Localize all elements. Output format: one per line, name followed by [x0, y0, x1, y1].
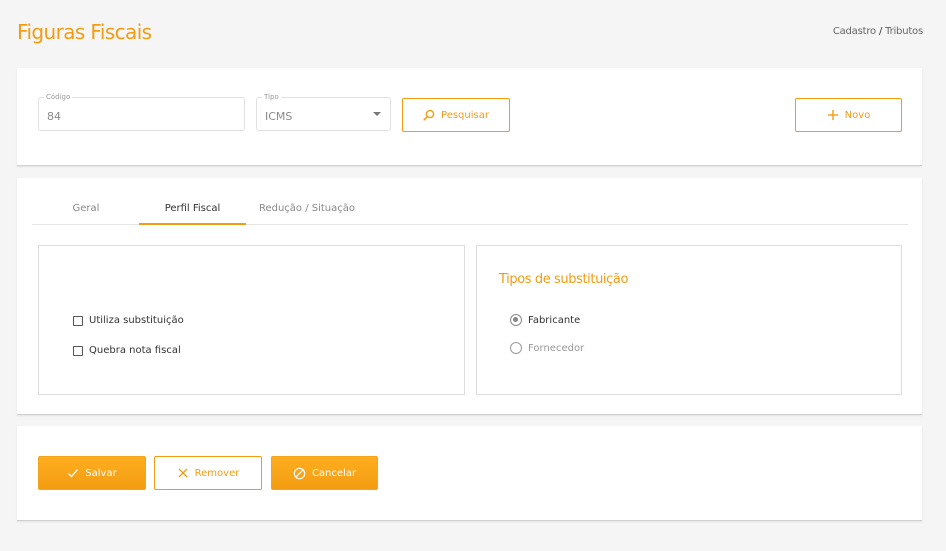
- save-button-label: Salvar: [85, 467, 117, 479]
- remove-button[interactable]: Remover: [154, 456, 262, 490]
- search-button-label: Pesquisar: [441, 109, 489, 121]
- profile-card: Geral Perfil Fiscal Redução / Situação U…: [17, 178, 922, 415]
- tab-perfil-fiscal[interactable]: Perfil Fiscal: [139, 196, 246, 225]
- new-button-label: Novo: [844, 109, 871, 121]
- save-button[interactable]: Salvar: [38, 456, 146, 490]
- break-invoice-checkbox[interactable]: Quebra nota fiscal: [73, 345, 181, 356]
- remove-button-label: Remover: [194, 467, 240, 479]
- breadcrumb-current: Tributos: [885, 26, 923, 37]
- breadcrumb: Cadastro / Tributos: [833, 26, 923, 37]
- chevron-down-icon[interactable]: [373, 112, 381, 116]
- type-select-label: Tipo: [262, 93, 281, 101]
- radio-button[interactable]: [510, 342, 522, 354]
- cancel-icon: [293, 467, 306, 479]
- new-button[interactable]: Novo: [795, 98, 902, 132]
- radio-fornecedor[interactable]: Fornecedor: [510, 342, 584, 354]
- break-invoice-label: Quebra nota fiscal: [89, 345, 181, 356]
- checkbox-box[interactable]: [73, 345, 83, 356]
- radio-fabricante[interactable]: Fabricante: [510, 314, 580, 326]
- check-icon: [68, 469, 79, 478]
- checkbox-box[interactable]: [73, 315, 83, 326]
- code-field-value[interactable]: 84: [47, 110, 61, 123]
- options-panel: Utiliza substituição Quebra nota fiscal: [38, 245, 465, 395]
- cancel-button-label: Cancelar: [311, 467, 357, 479]
- search-icon: [423, 109, 435, 121]
- uses-substitution-label: Utiliza substituição: [89, 315, 184, 326]
- plus-icon: [827, 110, 838, 120]
- close-icon: [178, 468, 188, 478]
- actions-card: Salvar Remover Cancelar: [17, 426, 922, 521]
- type-select[interactable]: Tipo ICMS: [256, 93, 391, 131]
- type-select-value[interactable]: ICMS: [265, 110, 292, 123]
- breadcrumb-parent[interactable]: Cadastro: [833, 26, 876, 37]
- search-button[interactable]: Pesquisar: [402, 98, 510, 132]
- radio-fornecedor-label: Fornecedor: [528, 342, 585, 354]
- page-title: Figuras Fiscais: [17, 20, 152, 44]
- radio-fabricante-label: Fabricante: [528, 314, 581, 326]
- breadcrumb-separator: /: [878, 26, 883, 37]
- uses-substitution-checkbox[interactable]: Utiliza substituição: [73, 315, 184, 326]
- tab-bar: Geral Perfil Fiscal Redução / Situação: [32, 196, 908, 225]
- code-field[interactable]: Código 84: [38, 93, 245, 131]
- tab-geral[interactable]: Geral: [46, 196, 126, 225]
- cancel-button[interactable]: Cancelar: [271, 456, 378, 490]
- substitution-types-panel: Tipos de substituição Fabricante Fornece…: [476, 245, 902, 395]
- radio-button-selected[interactable]: [510, 314, 522, 326]
- substitution-types-title: Tipos de substituição: [499, 272, 629, 287]
- search-card: Código 84 Tipo ICMS Pesquisar Novo: [17, 68, 922, 166]
- code-field-label: Código: [44, 93, 73, 101]
- tab-reducao-situacao[interactable]: Redução / Situação: [256, 196, 358, 225]
